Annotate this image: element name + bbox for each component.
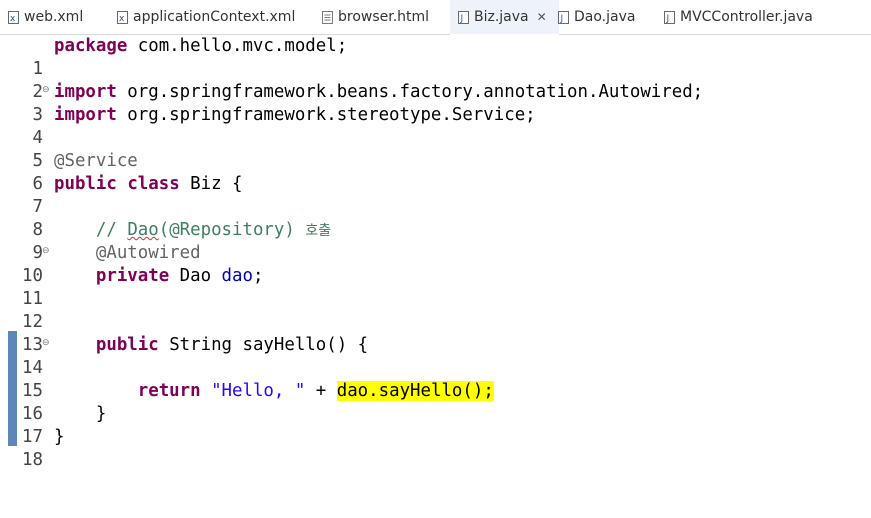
code-line: 8 xyxy=(0,196,871,240)
svg-text:x: x xyxy=(119,14,125,24)
code-text: import org.springframework.stereotype.Se… xyxy=(54,105,536,125)
code-line: 1 package com.hello.mvc.model; xyxy=(0,35,871,79)
code-text: public class Biz { xyxy=(54,174,243,194)
svg-text:J: J xyxy=(460,14,464,24)
tab-browser-html[interactable]: browser.html xyxy=(322,0,429,34)
code-line: 14 ⊖ public String sayHello() { xyxy=(0,334,871,378)
tab-label: web.xml xyxy=(24,9,84,25)
code-line: 17 } xyxy=(0,403,871,447)
code-text: // Dao(@Repository) 호출 xyxy=(95,220,332,240)
code-line: 15 xyxy=(0,357,871,401)
svg-text:J: J xyxy=(560,14,564,24)
fold-toggle-icon[interactable]: ⊖ xyxy=(42,81,50,99)
code-line: 12 xyxy=(0,288,871,332)
code-line: 18 } xyxy=(0,426,871,470)
xml-file-icon: x xyxy=(8,10,19,24)
code-text: } xyxy=(54,427,65,447)
code-line: 16 return "Hello, " + dao.sayHello(); xyxy=(0,380,871,424)
tab-application-context-xml[interactable]: x applicationContext.xml xyxy=(117,0,295,34)
code-line: 11 private Dao dao; xyxy=(0,265,871,309)
code-text: import org.springframework.beans.factory… xyxy=(54,82,704,102)
code-text: return "Hello, " + dao.sayHello(); xyxy=(137,381,494,401)
svg-text:J: J xyxy=(666,14,670,24)
code-text: } xyxy=(95,404,107,424)
fold-toggle-icon[interactable]: ⊖ xyxy=(42,242,50,260)
code-line: 7 public class Biz { xyxy=(0,173,871,217)
tab-dao-java[interactable]: J Dao.java xyxy=(558,0,635,34)
tab-label: Biz.java xyxy=(474,9,529,25)
code-line: 9 // Dao(@Repository) 호출 xyxy=(0,219,871,263)
code-line: 4 import org.springframework.stereotype.… xyxy=(0,104,871,148)
code-line: 3 ⊖ import org.springframework.beans.fac… xyxy=(0,81,871,125)
code-text: public String sayHello() { xyxy=(95,335,369,355)
html-file-icon xyxy=(322,10,333,24)
code-line: 10 ⊖ @Autowired xyxy=(0,242,871,286)
tab-label: Dao.java xyxy=(574,9,636,25)
code-text: package com.hello.mvc.model; xyxy=(54,36,348,56)
line-number: 18 xyxy=(22,450,43,470)
code-line: 2 xyxy=(0,58,871,102)
code-text: @Service xyxy=(54,151,138,171)
tab-biz-java[interactable]: J Biz.java ✕ xyxy=(450,0,559,36)
code-text: private Dao dao; xyxy=(95,266,264,286)
code-text: @Autowired xyxy=(95,243,201,263)
java-file-icon: J xyxy=(558,10,569,24)
close-icon[interactable]: ✕ xyxy=(537,10,547,24)
svg-text:x: x xyxy=(10,14,16,24)
code-line: 6 @Service xyxy=(0,150,871,194)
tab-label: MVCController.java xyxy=(680,9,813,25)
code-line: 5 xyxy=(0,127,871,171)
tab-label: applicationContext.xml xyxy=(133,9,296,25)
search-highlight: dao.sayHello(); xyxy=(336,381,494,401)
code-editor[interactable]: 1 package com.hello.mvc.model; 2 3 ⊖ imp… xyxy=(0,35,871,470)
java-file-icon: J xyxy=(458,10,469,24)
tab-label: browser.html xyxy=(338,9,430,25)
fold-toggle-icon[interactable]: ⊖ xyxy=(42,334,50,352)
tab-mvccontroller-java[interactable]: J MVCController.java xyxy=(664,0,813,34)
xml-file-icon: x xyxy=(117,10,128,24)
editor-tab-bar: x web.xml x applicationContext.xml brows… xyxy=(0,0,871,36)
tab-web-xml[interactable]: x web.xml xyxy=(8,0,83,34)
code-line: 13 xyxy=(0,311,871,355)
java-file-icon: J xyxy=(664,10,675,24)
